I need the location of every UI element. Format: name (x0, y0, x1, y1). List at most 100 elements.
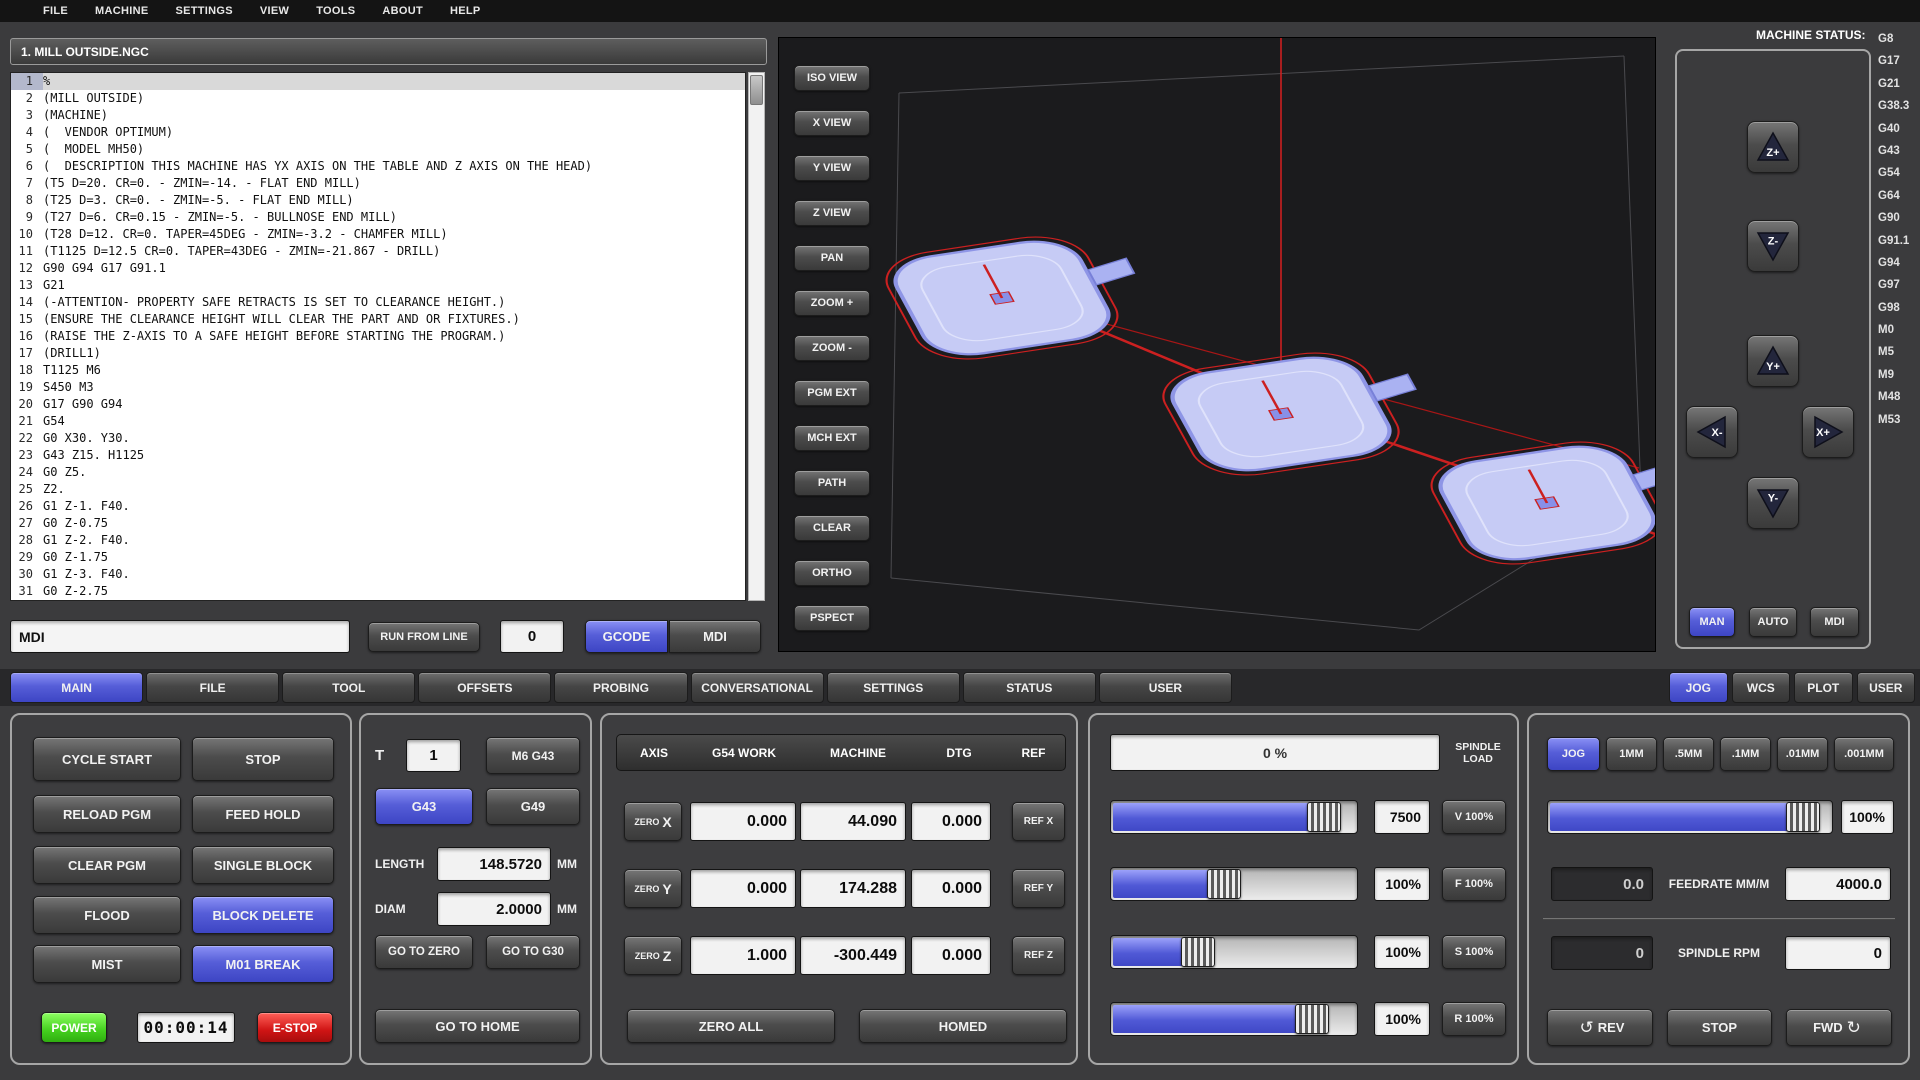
ref-z-button[interactable]: REF Z (1012, 936, 1065, 975)
jog-y-minus-button[interactable]: Y- (1747, 477, 1799, 529)
tab-conversational[interactable]: CONVERSATIONAL (691, 672, 824, 703)
menu-item-view[interactable]: VIEW (260, 5, 289, 17)
ref-x-button[interactable]: REF X (1012, 802, 1065, 841)
spindle-stop-button[interactable]: STOP (1667, 1009, 1772, 1046)
z-view-button[interactable]: Z VIEW (794, 200, 870, 226)
jog-z-minus-button[interactable]: Z- (1747, 220, 1799, 272)
tab-user[interactable]: USER (1099, 672, 1232, 703)
mch-extents-button[interactable]: MCH EXT (794, 425, 870, 451)
rapid-override-slider[interactable] (1110, 1002, 1358, 1036)
menu-item-settings[interactable]: SETTINGS (175, 5, 232, 17)
homed-button[interactable]: HOMED (859, 1009, 1067, 1043)
gcode-mode-button[interactable]: GCODE (585, 620, 668, 653)
pspect-button[interactable]: PSPECT (794, 605, 870, 631)
slider-handle[interactable] (1307, 802, 1341, 832)
m01-break-button[interactable]: M01 BREAK (192, 945, 334, 983)
menu-item-machine[interactable]: MACHINE (95, 5, 148, 17)
menu-item-help[interactable]: HELP (450, 5, 481, 17)
feed-hold-button[interactable]: FEED HOLD (192, 795, 334, 833)
menu-item-tools[interactable]: TOOLS (316, 5, 355, 17)
mdi-mode-button[interactable]: MDI (669, 620, 761, 653)
max-velocity-slider[interactable] (1110, 800, 1358, 834)
zero-x-button[interactable]: ZEROX (624, 802, 682, 841)
slider-handle[interactable] (1786, 802, 1820, 832)
tab-probing[interactable]: PROBING (554, 672, 687, 703)
spindle-rev-button[interactable]: ↺ REV (1547, 1009, 1653, 1046)
zero-z-button[interactable]: ZEROZ (624, 936, 682, 975)
jog-x-minus-button[interactable]: X- (1686, 406, 1738, 458)
jog-1mm-button[interactable]: 1MM (1606, 737, 1657, 771)
zero-all-button[interactable]: ZERO ALL (627, 1009, 835, 1043)
slider-handle[interactable] (1181, 937, 1215, 967)
jog-y-plus-button[interactable]: Y+ (1747, 335, 1799, 387)
mode-man-button[interactable]: MAN (1689, 607, 1735, 637)
spindle-override-slider[interactable] (1110, 935, 1358, 969)
zoom-in-button[interactable]: ZOOM + (794, 290, 870, 316)
tab-settings[interactable]: SETTINGS (827, 672, 960, 703)
path-button[interactable]: PATH (794, 470, 870, 496)
jog-continuous-button[interactable]: JOG (1547, 737, 1600, 771)
slider-handle[interactable] (1295, 1004, 1329, 1034)
tab-plot[interactable]: PLOT (1794, 672, 1853, 703)
g43-button[interactable]: G43 (375, 788, 473, 825)
rapid-override-button[interactable]: R 100% (1442, 1002, 1506, 1036)
run-from-line-number[interactable]: 0 (500, 620, 564, 653)
clear-pgm-button[interactable]: CLEAR PGM (33, 846, 181, 884)
feed-override-slider[interactable] (1110, 867, 1358, 901)
tab-user-side[interactable]: USER (1857, 672, 1916, 703)
go-to-g30-button[interactable]: GO TO G30 (486, 935, 580, 969)
pgm-extents-button[interactable]: PGM EXT (794, 380, 870, 406)
mist-button[interactable]: MIST (33, 945, 181, 983)
slider-handle[interactable] (1207, 869, 1241, 899)
spindle-fwd-button[interactable]: FWD ↻ (1786, 1009, 1892, 1046)
tab-file[interactable]: FILE (146, 672, 279, 703)
mode-mdi-button[interactable]: MDI (1810, 607, 1859, 637)
tab-wcs[interactable]: WCS (1732, 672, 1791, 703)
y-view-button[interactable]: Y VIEW (794, 155, 870, 181)
tab-tool[interactable]: TOOL (282, 672, 415, 703)
g49-button[interactable]: G49 (486, 788, 580, 825)
cycle-start-button[interactable]: CYCLE START (33, 737, 181, 781)
x-view-button[interactable]: X VIEW (794, 110, 870, 136)
backplot-3d-view[interactable]: ISO VIEW X VIEW Y VIEW Z VIEW PAN ZOOM +… (778, 37, 1656, 652)
clear-button[interactable]: CLEAR (794, 515, 870, 541)
ortho-button[interactable]: ORTHO (794, 560, 870, 586)
mode-auto-button[interactable]: AUTO (1749, 607, 1797, 637)
tab-offsets[interactable]: OFFSETS (418, 672, 551, 703)
run-from-line-button[interactable]: RUN FROM LINE (368, 622, 480, 652)
jog-rate-slider[interactable] (1547, 800, 1833, 834)
menu-item-about[interactable]: ABOUT (382, 5, 423, 17)
jog-05mm-button[interactable]: .5MM (1663, 737, 1714, 771)
power-button[interactable]: POWER (41, 1012, 107, 1043)
flood-button[interactable]: FLOOD (33, 896, 181, 934)
ref-y-button[interactable]: REF Y (1012, 869, 1065, 908)
spindle-override-button[interactable]: S 100% (1442, 935, 1506, 969)
reload-pgm-button[interactable]: RELOAD PGM (33, 795, 181, 833)
jog-001mm-button[interactable]: .01MM (1777, 737, 1828, 771)
feed-override-button[interactable]: F 100% (1442, 867, 1506, 901)
tab-main[interactable]: MAIN (10, 672, 143, 703)
estop-button[interactable]: E-STOP (257, 1012, 333, 1043)
single-block-button[interactable]: SINGLE BLOCK (192, 846, 334, 884)
jog-x-plus-button[interactable]: X+ (1802, 406, 1854, 458)
gcode-scrollbar-thumb[interactable] (750, 75, 763, 105)
go-to-zero-button[interactable]: GO TO ZERO (375, 935, 473, 969)
pan-button[interactable]: PAN (794, 245, 870, 271)
block-delete-button[interactable]: BLOCK DELETE (192, 896, 334, 934)
go-to-home-button[interactable]: GO TO HOME (375, 1009, 580, 1043)
tab-jog[interactable]: JOG (1669, 672, 1728, 703)
gcode-viewer[interactable]: 1% 2(MILL OUTSIDE) 3(MACHINE) 4( VENDOR … (10, 72, 746, 601)
zero-y-button[interactable]: ZEROY (624, 869, 682, 908)
iso-view-button[interactable]: ISO VIEW (794, 65, 870, 91)
gcode-scrollbar[interactable] (748, 72, 765, 601)
velocity-override-button[interactable]: V 100% (1442, 800, 1506, 834)
stop-button[interactable]: STOP (192, 737, 334, 781)
zoom-out-button[interactable]: ZOOM - (794, 335, 870, 361)
menu-item-file[interactable]: FILE (43, 5, 68, 17)
jog-0001mm-button[interactable]: .001MM (1834, 737, 1894, 771)
jog-01mm-button[interactable]: .1MM (1720, 737, 1771, 771)
mdi-input[interactable] (10, 620, 350, 653)
jog-z-plus-button[interactable]: Z+ (1747, 121, 1799, 173)
tab-status[interactable]: STATUS (963, 672, 1096, 703)
m6-g43-button[interactable]: M6 G43 (486, 737, 580, 774)
